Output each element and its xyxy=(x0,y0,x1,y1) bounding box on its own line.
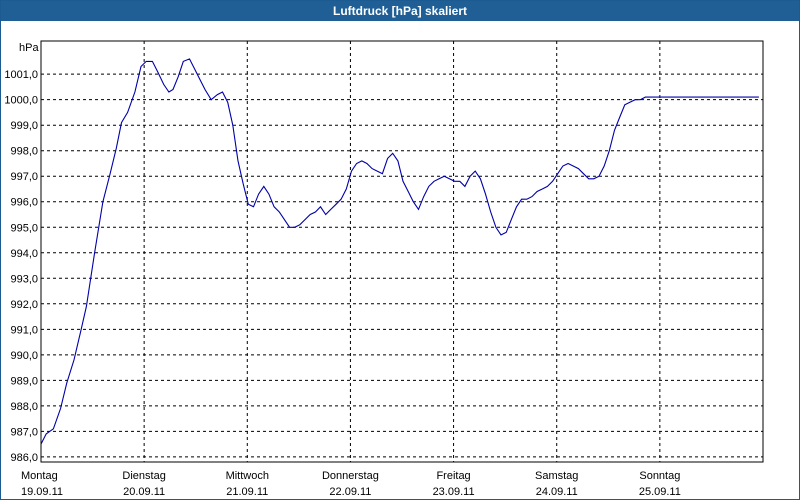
y-axis: 986,0 987,0 988,0 989,0 990,0 991,0 992,0 993,0… xyxy=(4,69,38,464)
x-tick-label-start-date: 19.09.11 xyxy=(21,486,63,498)
x-tick-label-date: 24.09.11 xyxy=(536,486,578,498)
x-tick-label-date: 25.09.11 xyxy=(639,486,681,498)
grid-lines xyxy=(41,41,763,462)
pressure-chart: 986,0 987,0 988,0 989,0 990,0 991,0 992,0 993,0… xyxy=(4,40,764,498)
y-tick-label: 999,0 xyxy=(10,120,38,132)
y-tick-label: 989,0 xyxy=(10,375,38,387)
y-tick-label: 1000,0 xyxy=(4,95,38,107)
x-tick-label-date: 20.09.11 xyxy=(123,486,165,498)
x-tick-label-start-day: Montag xyxy=(21,470,58,482)
x-tick-label-day: Freitag xyxy=(436,470,470,482)
series-line-pressure xyxy=(40,58,759,445)
y-tick-label: 991,0 xyxy=(10,324,38,336)
chart-window: Luftdruck [hPa] skaliert 986,0 987,0 988,0… xyxy=(0,0,800,500)
x-tick-label-day: Mittwoch xyxy=(226,470,269,482)
x-tick-label-day: Dienstag xyxy=(122,470,165,482)
x-tick-label-date: 22.09.11 xyxy=(329,486,371,498)
x-tick-label-date: 21.09.11 xyxy=(226,486,268,498)
y-tick-label: 992,0 xyxy=(10,299,38,311)
y-tick-label: 995,0 xyxy=(10,222,38,234)
x-axis: Montag 19.09.11 Dienstag 20.09.11 Mittwoch 21… xyxy=(21,470,681,498)
x-tick-label-date: 23.09.11 xyxy=(433,486,475,498)
y-tick-label: 994,0 xyxy=(10,248,38,260)
y-tick-label: 998,0 xyxy=(10,146,38,158)
x-tick-label-day: Donnerstag xyxy=(322,470,379,482)
y-tick-label: 996,0 xyxy=(10,197,38,209)
y-tick-label: 988,0 xyxy=(10,401,38,413)
x-tick-label-day: Samstag xyxy=(535,470,578,482)
y-tick-label: 987,0 xyxy=(10,426,38,438)
y-tick-label: 1001,0 xyxy=(4,69,38,81)
y-tick-label: 986,0 xyxy=(10,452,38,464)
y-axis-unit-label: hPa xyxy=(19,42,39,54)
x-tick-label-day: Sonntag xyxy=(639,470,680,482)
y-tick-label: 990,0 xyxy=(10,350,38,362)
plot-area-border xyxy=(40,40,764,463)
y-tick-label: 997,0 xyxy=(10,171,38,183)
y-tick-label: 993,0 xyxy=(10,273,38,285)
